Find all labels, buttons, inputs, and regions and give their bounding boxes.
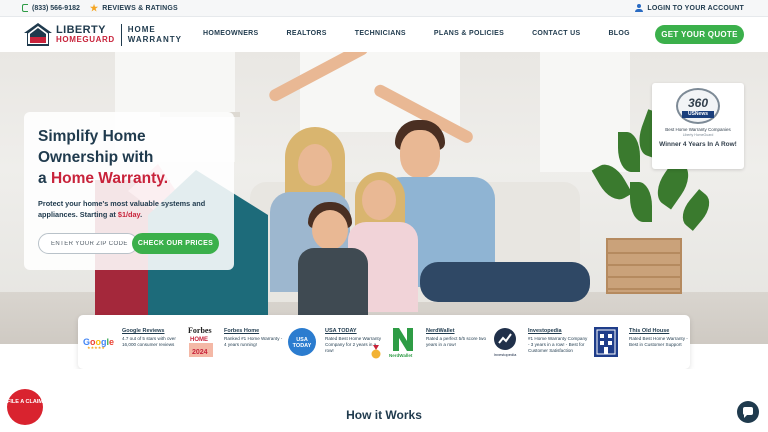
nav-plans-policies[interactable]: PLANS & POLICIES bbox=[434, 30, 504, 37]
review-name: Google Reviews bbox=[122, 328, 165, 334]
hero-description-end: . bbox=[140, 210, 143, 219]
plant-leaf bbox=[630, 182, 652, 222]
seal-brand: USNews bbox=[682, 111, 714, 118]
reviews-ratings-link[interactable]: ★ REVIEWS & RATINGS bbox=[90, 3, 178, 13]
review-investopedia[interactable]: Investopedia Investopedia #1 Home Warran… bbox=[488, 321, 588, 363]
phone-icon bbox=[22, 4, 28, 12]
login-label: LOGIN TO YOUR ACCOUNT bbox=[647, 4, 744, 12]
review-desc: #1 Home Warranty Company - 3 years in a … bbox=[528, 336, 588, 353]
nav-technicians[interactable]: TECHNICIANS bbox=[355, 30, 406, 37]
site-logo[interactable]: LIBERTY HOMEGUARD HOME WARRANTY bbox=[23, 22, 182, 47]
phone-number: (833) 566-9182 bbox=[32, 4, 80, 12]
award-caption: Winner 4 Years In A Row! bbox=[659, 140, 737, 148]
us-news-seal-icon: 360 USNews bbox=[676, 88, 720, 124]
nav-contact-us[interactable]: CONTACT US bbox=[532, 30, 580, 37]
award-medal-icon bbox=[371, 345, 381, 359]
svg-text:2024: 2024 bbox=[192, 349, 208, 356]
site-header: LIBERTY HOMEGUARD HOME WARRANTY HOMEOWNE… bbox=[0, 17, 768, 52]
review-name: This Old House bbox=[629, 328, 670, 334]
us-news-award-badge: 360 USNews Best Home Warranty Companies … bbox=[652, 83, 744, 169]
chat-button[interactable] bbox=[737, 401, 759, 423]
nav-homeowners[interactable]: HOMEOWNERS bbox=[203, 30, 259, 37]
svg-text:HOME: HOME bbox=[190, 337, 208, 343]
check-prices-button[interactable]: CHECK OUR PRICES bbox=[132, 233, 219, 254]
hero-card: Simplify Home Ownership with a Home Warr… bbox=[24, 112, 234, 270]
nav-realtors[interactable]: REALTORS bbox=[287, 30, 327, 37]
page: (833) 566-9182 ★ REVIEWS & RATINGS LOGIN… bbox=[0, 0, 768, 432]
review-name: NerdWallet bbox=[426, 328, 455, 334]
zip-form: CHECK OUR PRICES bbox=[38, 233, 219, 254]
logo-wordmark: LIBERTY bbox=[56, 23, 106, 36]
forbes-badge-icon: Forbes HOME 2024 bbox=[184, 325, 218, 359]
google-logo-icon: Google ★★★★★ bbox=[82, 325, 116, 359]
review-desc: Ranked #1 Home Warranty - 4 years runnin… bbox=[224, 336, 283, 347]
logo-tagline-2: WARRANTY bbox=[127, 34, 182, 44]
hero-headline-accent: Home Warranty. bbox=[50, 170, 169, 187]
nerdwallet-logo-icon: NerdWallet bbox=[386, 325, 420, 359]
review-name: Investopedia bbox=[528, 328, 562, 334]
phone-link[interactable]: (833) 566-9182 bbox=[22, 4, 80, 12]
review-usa-today[interactable]: USA TODAY USA TODAY Rated Best Home Warr… bbox=[285, 321, 385, 363]
hero-headline-line-1: Simplify Home bbox=[38, 128, 146, 145]
svg-text:★★★★★: ★★★★★ bbox=[87, 345, 105, 349]
nav-blog[interactable]: BLOG bbox=[608, 30, 629, 37]
utility-bar: (833) 566-9182 ★ REVIEWS & RATINGS LOGIN… bbox=[0, 0, 768, 17]
review-nerdwallet[interactable]: NerdWallet NerdWallet Rated a perfect 5/… bbox=[386, 321, 486, 363]
review-desc: Rated a perfect 5/5 score two years in a… bbox=[426, 336, 487, 347]
review-name: Forbes Home bbox=[224, 328, 260, 334]
file-claim-button[interactable]: FILE A CLAIM bbox=[7, 389, 43, 425]
chat-bubble-icon bbox=[743, 407, 753, 418]
reviews-strip: Google ★★★★★ Google Reviews 4.7 out of 5… bbox=[78, 315, 690, 369]
user-icon bbox=[635, 4, 644, 12]
zip-code-input[interactable] bbox=[38, 233, 138, 254]
review-this-old-house[interactable]: This Old House Rated Best Home Warranty … bbox=[589, 321, 689, 363]
svg-text:TODAY: TODAY bbox=[293, 343, 312, 349]
how-it-works-heading: How it Works bbox=[346, 408, 422, 422]
hero-price: $1/day bbox=[117, 210, 141, 219]
house-logo-icon bbox=[23, 22, 53, 47]
logo-tagline-1: HOME bbox=[127, 24, 156, 34]
plant-leaf bbox=[676, 189, 716, 231]
investopedia-logo-icon: Investopedia bbox=[488, 325, 522, 359]
logo-divider bbox=[120, 23, 122, 46]
main-nav: HOMEOWNERS REALTORS TECHNICIANS PLANS & … bbox=[203, 30, 630, 37]
reviews-label: REVIEWS & RATINGS bbox=[102, 4, 178, 12]
review-desc: 4.7 out of 5 stars with over 16,000 cons… bbox=[122, 336, 176, 347]
seal-number: 360 bbox=[687, 96, 709, 110]
hero-headline-line-3: a bbox=[38, 170, 51, 187]
star-icon: ★ bbox=[90, 3, 99, 13]
award-company: Liberty HomeGuard bbox=[682, 132, 714, 137]
family-photo bbox=[230, 52, 590, 344]
svg-text:Investopedia: Investopedia bbox=[494, 352, 517, 357]
how-it-works-section: How it Works bbox=[0, 369, 768, 432]
review-name: USA TODAY bbox=[325, 328, 357, 334]
hero-headline-line-2: Ownership with bbox=[38, 149, 154, 166]
hero-headline: Simplify Home Ownership with a Home Warr… bbox=[38, 126, 220, 189]
get-quote-button[interactable]: GET YOUR QUOTE bbox=[655, 25, 744, 44]
review-google[interactable]: Google ★★★★★ Google Reviews 4.7 out of 5… bbox=[82, 321, 182, 363]
login-link[interactable]: LOGIN TO YOUR ACCOUNT bbox=[635, 4, 744, 12]
hero-description: Protect your home's most valuable system… bbox=[38, 198, 220, 220]
svg-text:Forbes: Forbes bbox=[188, 326, 212, 335]
this-old-house-logo-icon bbox=[589, 325, 623, 359]
award-title: Best Home Warranty Companies bbox=[665, 127, 731, 132]
review-desc: Rated Best Home Warranty - Best in Custo… bbox=[629, 336, 688, 347]
usa-today-logo-icon: USA TODAY bbox=[285, 325, 319, 359]
svg-text:NerdWallet: NerdWallet bbox=[389, 353, 413, 358]
plant-pot bbox=[606, 238, 682, 294]
logo-wordmark-sub: HOMEGUARD bbox=[56, 34, 115, 44]
review-forbes[interactable]: Forbes HOME 2024 Forbes Home Ranked #1 H… bbox=[184, 321, 284, 363]
